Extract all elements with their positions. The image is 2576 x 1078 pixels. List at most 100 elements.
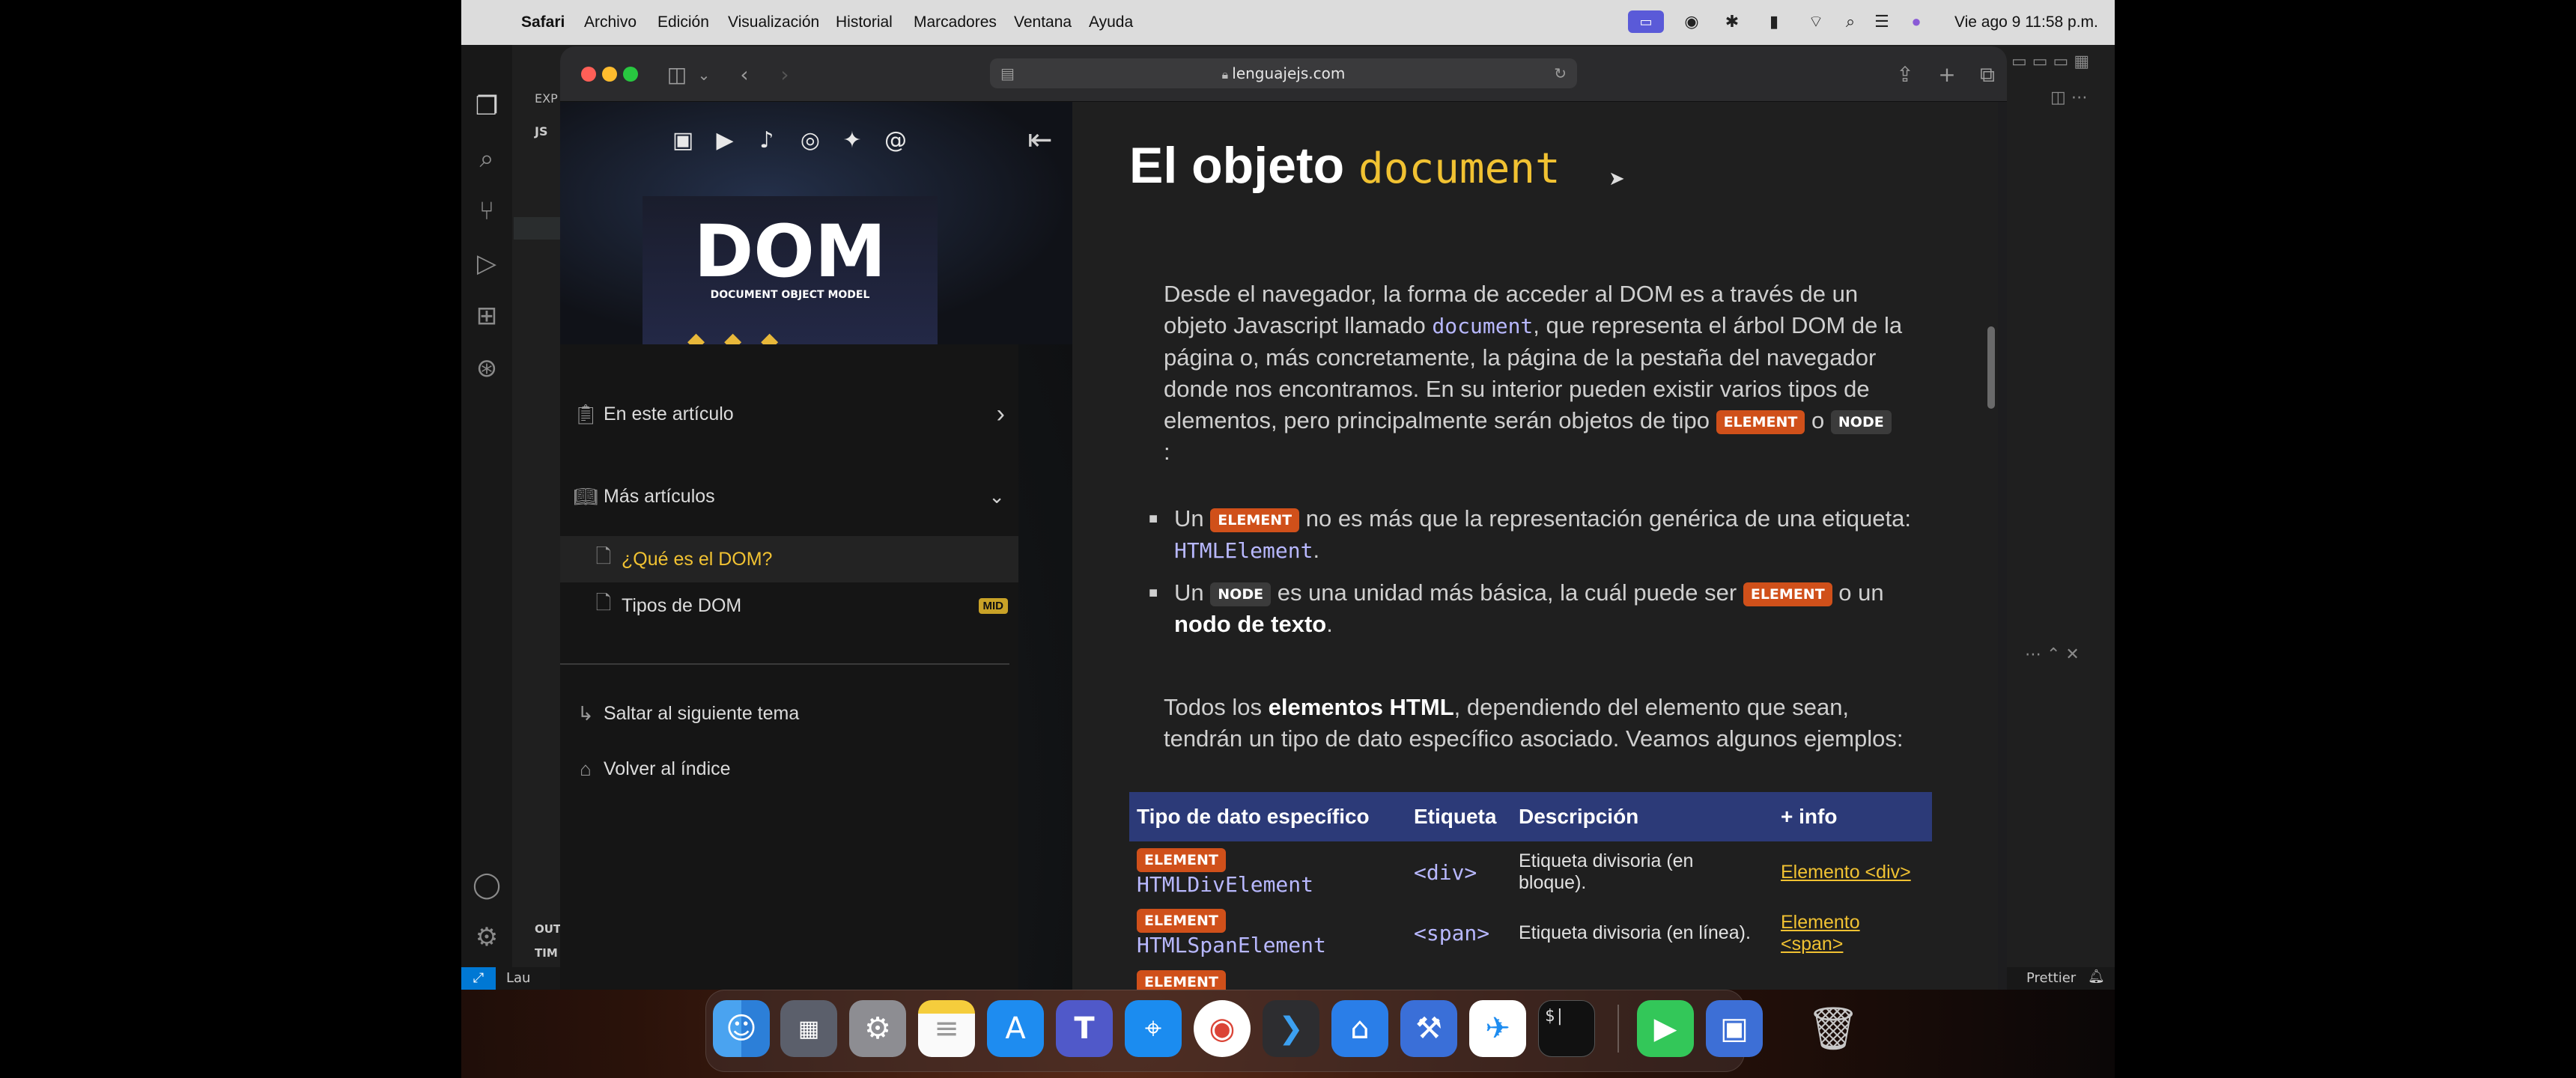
column-header: Tipo de dato específico [1129, 792, 1406, 841]
menu-ayuda[interactable]: Ayuda [1089, 13, 1133, 31]
system-settings-icon[interactable]: ⚙ [849, 1000, 906, 1057]
minimize-window-button[interactable] [602, 67, 617, 82]
split-editor-icon[interactable]: ◫ ⋯ [2050, 88, 2088, 107]
acrobat-icon[interactable]: ⌂ [1331, 1000, 1388, 1057]
menu-historial[interactable]: Historial [836, 13, 893, 31]
cover-subtitle: DOCUMENT OBJECT MODEL [710, 289, 870, 301]
tab-overview-icon[interactable]: ⧉ [1972, 60, 2002, 90]
search-icon[interactable]: ⌕ [470, 142, 503, 175]
status-prettier[interactable]: Prettier [2026, 970, 2076, 986]
bullet-icon: ■ [1149, 511, 1158, 527]
teams-icon[interactable]: T [1056, 1000, 1113, 1057]
in-article-toggle[interactable]: 📋︎ En este artículo › [560, 391, 1018, 437]
menu-marcadores[interactable]: Marcadores [914, 13, 997, 31]
menu-edicion[interactable]: Edición [657, 13, 709, 31]
article-item-que-es-dom[interactable]: 🗋 ¿Qué es el DOM? [560, 536, 1018, 582]
in-article-label: En este artículo [604, 403, 734, 424]
address-bar[interactable]: ▤ 🔒︎ lenguajejs.com ↻ [990, 58, 1577, 88]
notifications-bell-icon[interactable]: 🔔︎ [2088, 969, 2105, 984]
bullet-icon: ■ [1149, 585, 1158, 601]
vscode-js-folder[interactable]: JS [535, 124, 547, 138]
youtube-icon[interactable]: ▶ [710, 126, 740, 156]
share-icon[interactable]: ⇪ [1890, 60, 1920, 90]
zoom-window-button[interactable] [623, 67, 638, 82]
li-text: Un [1174, 579, 1204, 606]
panel-controls-icon[interactable]: ⋯ ⌃ ✕ [2025, 645, 2080, 664]
twitch-icon[interactable]: ▣ [668, 126, 698, 156]
manage-gear-icon[interactable]: ⚙ [470, 921, 503, 954]
tab-group-chevron-icon[interactable]: ⌄ [689, 60, 719, 90]
bluetooth-icon[interactable]: ✱ [1719, 10, 1745, 33]
terminal-icon[interactable]: $| [1538, 1000, 1595, 1057]
tag-cell: <span> [1414, 921, 1490, 945]
menubar-clock[interactable]: Vie ago 9 11:58 p.m. [1954, 13, 2098, 31]
type-cell: ELEMENT HTMLDivElement [1129, 841, 1406, 903]
status-left-text[interactable]: Lau [506, 970, 530, 986]
info-link[interactable]: Elemento <span> [1781, 912, 1860, 954]
extensions-icon[interactable]: ⊞ [470, 299, 503, 332]
reload-icon[interactable]: ↻ [1554, 58, 1567, 88]
menu-ventana[interactable]: Ventana [1014, 13, 1072, 31]
terminal-text: $| [1545, 1007, 1565, 1026]
source-control-icon[interactable]: ⑂ [470, 195, 503, 228]
element-badge: ELEMENT [1137, 970, 1226, 990]
run-debug-icon[interactable]: ▷ [470, 247, 503, 280]
p1-text: elementos, pero principalmente serán obj… [1164, 407, 1710, 433]
p1-text: , que representa el árbol DOM de la [1533, 312, 1903, 338]
clipboard-icon: 📋︎ [573, 402, 598, 425]
reader-mode-icon[interactable]: ▤ [1000, 58, 1015, 88]
notes-icon[interactable]: ≡ [918, 1000, 975, 1057]
chrome-icon[interactable]: ◉ [1194, 1000, 1251, 1057]
back-index-link[interactable]: ⌂ Volver al índice [560, 746, 1018, 792]
finder-icon[interactable]: ☺ [713, 1000, 770, 1057]
book-cover[interactable]: DOM DOCUMENT OBJECT MODEL ◆◆◆ [643, 196, 938, 344]
menu-app-name[interactable]: Safari [521, 13, 565, 31]
collapse-sidebar-icon[interactable]: ⇤ [1027, 123, 1053, 157]
spotlight-search-icon[interactable]: ⌕ [1838, 10, 1863, 33]
chevron-right-icon: › [996, 399, 1005, 428]
info-link[interactable]: Elemento <div> [1781, 862, 1911, 883]
sidebar-nav-panel: 📋︎ En este artículo › 📖︎ Más artículos ⌄… [560, 344, 1018, 990]
wifi-icon[interactable]: ⌔ [1803, 10, 1829, 33]
close-window-button[interactable] [581, 67, 596, 82]
vscode-icon[interactable]: ❯ [1263, 1000, 1319, 1057]
forward-icon[interactable]: › [770, 60, 800, 90]
back-icon[interactable]: ‹ [729, 60, 759, 90]
new-tab-icon[interactable]: + [1932, 60, 1962, 90]
account-icon[interactable]: ◯ [470, 868, 503, 901]
launchpad-icon[interactable]: ▦ [780, 1000, 837, 1057]
app-store-icon[interactable]: A [987, 1000, 1044, 1057]
threads-icon[interactable]: @ [881, 126, 911, 156]
twitter-icon[interactable]: ✦ [837, 126, 867, 156]
trash-icon[interactable]: 🗑︎ [1805, 1000, 1862, 1057]
siri-icon[interactable]: ● [1904, 10, 1929, 33]
xcode-icon[interactable]: ⚒ [1400, 1000, 1457, 1057]
tag-cell [1406, 963, 1511, 990]
table-row: ELEMENT HTMLSpanElement <span> Etiqueta … [1129, 903, 1932, 963]
screen-share-icon[interactable]: ▭ [1628, 10, 1664, 33]
preview-icon[interactable]: ▣ [1706, 1000, 1763, 1057]
facetime-icon[interactable]: ▶ [1637, 1000, 1694, 1057]
bullet-list: ■ Un ELEMENT no es más que la representa… [1149, 503, 1942, 640]
battery-icon[interactable]: ▮ [1761, 10, 1787, 33]
testflight-icon[interactable]: ✈ [1469, 1000, 1526, 1057]
sidebar-toggle-icon[interactable]: ◫ [662, 60, 692, 90]
control-center-icon[interactable]: ☰ [1869, 10, 1895, 33]
p1-line: donde nos encontramos. En su interior pu… [1164, 376, 1870, 402]
more-articles-toggle[interactable]: 📖︎ Más artículos ⌄ [560, 473, 1018, 520]
remote-status-icon[interactable]: ⤢ [461, 967, 496, 990]
article-item-tipos-dom[interactable]: 🗋 Tipos de DOM MID [560, 582, 1018, 629]
remote-icon[interactable]: ⊛ [470, 352, 503, 385]
safari-icon[interactable]: ⌖ [1125, 1000, 1182, 1057]
vscode-outline-section[interactable]: OUT [535, 922, 561, 936]
next-topic-link[interactable]: ↳ Saltar al siguiente tema [560, 690, 1018, 737]
camera-status-icon[interactable]: ◉ [1679, 10, 1704, 33]
vscode-timeline-section[interactable]: TIM [535, 946, 558, 960]
explorer-icon[interactable]: ❐ [470, 90, 503, 123]
menu-visualizacion[interactable]: Visualización [728, 13, 819, 31]
layout-toggle-icon[interactable]: ▭ ▭ ▭ ▦ [2011, 52, 2089, 71]
page-scrollbar[interactable] [1987, 326, 1995, 409]
instagram-icon[interactable]: ◎ [795, 126, 825, 156]
menu-archivo[interactable]: Archivo [584, 13, 637, 31]
tiktok-icon[interactable]: ♪ [752, 126, 782, 156]
